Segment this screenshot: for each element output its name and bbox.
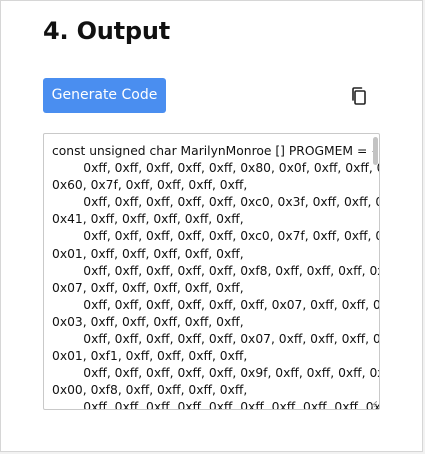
- code-line: 0x07, 0xff, 0xff, 0xff, 0xff, 0xff,: [52, 280, 244, 295]
- code-line: 0xff, 0xff, 0xff, 0xff, 0xff, 0x9f, 0xff…: [52, 366, 380, 381]
- code-line: const unsigned char MarilynMonroe [] PRO…: [52, 144, 379, 158]
- section-title: 4. Output: [43, 17, 171, 45]
- code-line: 0xff, 0xff, 0xff, 0xff, 0xff, 0x07, 0xff…: [52, 332, 380, 347]
- scrollbar-thumb[interactable]: [373, 137, 378, 165]
- code-line: 0xff, 0xff, 0xff, 0xff, 0xff, 0xff, 0xff…: [52, 400, 380, 410]
- code-line: 0xff, 0xff, 0xff, 0xff, 0xff, 0x80, 0x0f…: [52, 161, 380, 176]
- copy-button[interactable]: [347, 84, 371, 108]
- copy-icon: [352, 87, 366, 105]
- code-line: 0xff, 0xff, 0xff, 0xff, 0xff, 0xc0, 0x3f…: [52, 195, 380, 210]
- output-panel: 4. Output Generate Code const unsigned c…: [0, 0, 423, 452]
- code-line: 0x60, 0x7f, 0xff, 0xff, 0xff, 0xff,: [52, 178, 248, 193]
- code-line: 0x01, 0xf1, 0xff, 0xff, 0xff, 0xff,: [52, 349, 248, 364]
- scrollbar[interactable]: [371, 134, 379, 409]
- resize-grip-icon[interactable]: [371, 401, 377, 407]
- code-line: 0xff, 0xff, 0xff, 0xff, 0xff, 0xf8, 0xff…: [52, 263, 380, 278]
- generate-code-button[interactable]: Generate Code: [43, 78, 166, 113]
- code-line: 0x03, 0xff, 0xff, 0xff, 0xff, 0xff,: [52, 314, 244, 329]
- code-output-text: const unsigned char MarilynMonroe [] PRO…: [52, 143, 380, 410]
- code-line: 0xff, 0xff, 0xff, 0xff, 0xff, 0xff, 0x07…: [52, 297, 380, 312]
- code-line: 0x41, 0xff, 0xff, 0xff, 0xff, 0xff,: [52, 212, 244, 227]
- code-line: 0x00, 0xf8, 0xff, 0xff, 0xff, 0xff,: [52, 383, 248, 398]
- code-output-textarea[interactable]: const unsigned char MarilynMonroe [] PRO…: [43, 133, 380, 410]
- code-line: 0x01, 0xff, 0xff, 0xff, 0xff, 0xff,: [52, 246, 244, 261]
- code-line: 0xff, 0xff, 0xff, 0xff, 0xff, 0xc0, 0x7f…: [52, 229, 380, 244]
